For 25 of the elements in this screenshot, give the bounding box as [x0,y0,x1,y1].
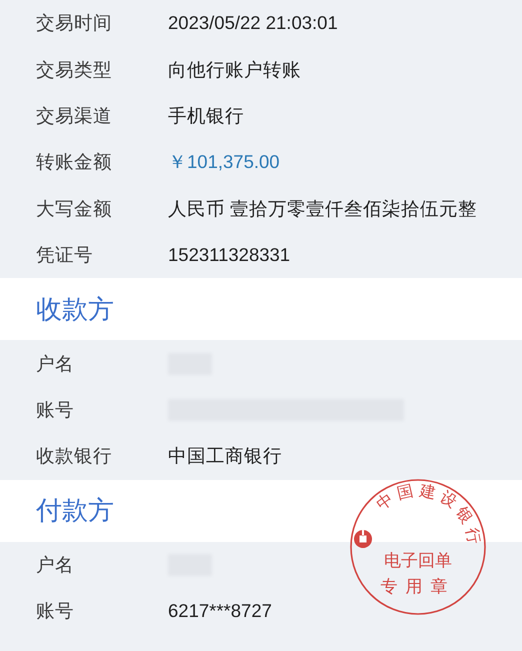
field-label: 户名 [36,352,75,376]
seal-text: 专用章 [380,577,456,596]
seal-text: 电子回单 [384,551,452,570]
section-title: 付款方 [36,494,114,528]
field-label: 户名 [36,552,75,577]
section-title: 收款方 [36,292,114,326]
field-label: 凭证号 [36,243,94,268]
field-value: 152311328331 [168,243,290,268]
field-label: 转账金额 [36,150,113,174]
field-label: 交易时间 [36,11,113,36]
field-label: 交易渠道 [36,104,113,128]
field-value: 6217***8727 [168,599,272,624]
field-label: 账号 [36,398,75,422]
field-value: 人民币 壹拾万零壹仟叁佰柒拾伍元整 [168,196,478,221]
field-label: 收款银行 [36,444,113,468]
field-value: 向他行账户转账 [168,58,301,82]
field-value: 2023/05/22 21:03:01 [168,11,338,36]
bank-logo-icon [354,530,372,548]
seal-bank-name: 中国建设银行 [374,482,482,546]
field-label: 大写金额 [36,196,113,221]
field-value: 中国工商银行 [168,444,282,468]
amount-value: ￥101,375.00 [168,150,280,174]
field-value: 手机银行 [168,104,244,128]
field-label: 账号 [36,599,75,624]
field-label: 交易类型 [36,58,113,82]
